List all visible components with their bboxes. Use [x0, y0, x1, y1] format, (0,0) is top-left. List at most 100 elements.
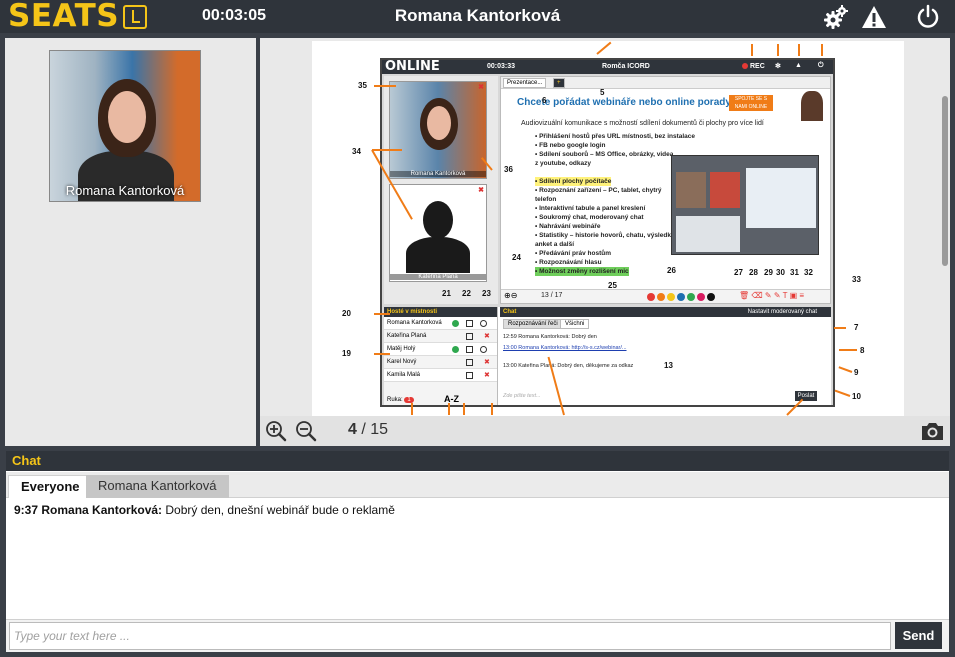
power-icon[interactable]	[915, 4, 941, 30]
emb-send-button: Poslat	[795, 391, 817, 401]
emb-inner-video-a	[676, 172, 706, 208]
callout-5: 5	[600, 88, 605, 97]
emb-inner-video-b	[710, 172, 740, 208]
emb-user-row: Romana Kantorková	[384, 317, 497, 330]
total-pages: / 15	[361, 421, 389, 438]
close-icon: ✖	[478, 187, 484, 194]
slide-scrollbar[interactable]	[942, 96, 948, 266]
emb-banner-title: Chcete pořádat webináře nebo online pora…	[517, 97, 738, 108]
callout-26: 26	[667, 266, 676, 275]
callout-24: 24	[512, 253, 521, 262]
silhouette-body	[406, 237, 470, 273]
emb-feature: Statistiky – historie hovorů, chatu, výs…	[535, 231, 675, 249]
emb-feature: Sdílení plochy počítače	[535, 177, 612, 186]
pointer-arrow	[751, 44, 753, 56]
emb-feature: Přihlášení hostů přes URL místnosti, bez…	[535, 132, 821, 141]
emb-main-bullet: Audiovizuální komunikace s možností sdíl…	[521, 120, 764, 127]
callout-33: 33	[852, 275, 861, 284]
presenter-video[interactable]: Romana Kantorková	[49, 50, 201, 202]
callout-32: 32	[804, 268, 813, 277]
emb-video1-caption: Romana Kantorková	[390, 171, 486, 177]
pointer-arrow	[596, 41, 612, 55]
emb-feature: FB nebo google login	[535, 141, 821, 150]
pointer-arrow	[798, 44, 800, 56]
emb-bottom-area: Hosté v místnosti Romana Kantorková Kate…	[384, 307, 831, 405]
pointer-arrow	[374, 313, 390, 315]
emb-user-row: Kateřina Planá ✖	[384, 330, 497, 343]
chat-input[interactable]	[9, 622, 891, 650]
page-indicator: 4 / 15	[348, 421, 388, 439]
chat-message: 9:37 Romana Kantorková: Dobrý den, dnešn…	[14, 503, 395, 517]
emb-page-info: 13 / 17	[541, 292, 563, 299]
tab-everyone[interactable]: Everyone	[8, 475, 93, 498]
slide-canvas: ONLINE 00:03:33 Romča ICORD REC ✻ ▲ ⏻ ✖ …	[312, 41, 904, 416]
callout-9: 9	[854, 368, 859, 377]
callout-25: 25	[608, 281, 617, 290]
emb-power-icon: ⏻	[818, 62, 824, 69]
slide-screenshot: ONLINE 00:03:33 Romča ICORD REC ✻ ▲ ⏻ ✖ …	[380, 58, 835, 407]
chat-header: Chat	[6, 451, 949, 471]
color-blue	[677, 293, 685, 301]
presentation-panel: ONLINE 00:03:33 Romča ICORD REC ✻ ▲ ⏻ ✖ …	[260, 38, 950, 446]
pointer-arrow	[374, 85, 396, 87]
pointer-arrow	[834, 389, 851, 397]
emb-tab-presentation: Prezentace...	[503, 78, 547, 88]
color-black	[707, 293, 715, 301]
chat-message-author: 9:37 Romana Kantorková:	[14, 503, 163, 517]
emb-face	[427, 106, 451, 140]
video-person-face	[108, 91, 146, 143]
callout-10: 10	[852, 392, 861, 401]
emb-user-row: Kamila Malá ✖	[384, 369, 497, 382]
send-button[interactable]: Send	[895, 622, 942, 649]
callout-20: 20	[342, 309, 351, 318]
pointer-arrow	[821, 44, 823, 56]
emb-feature: Rozpoznávání hlasu	[535, 258, 821, 267]
callout-23: 23	[482, 289, 491, 298]
settings-gears-icon[interactable]	[823, 4, 849, 30]
zoom-in-icon[interactable]	[265, 420, 287, 442]
emb-room-name: Romča ICORD	[602, 63, 650, 70]
callout-36: 36	[504, 165, 513, 174]
emb-warning-icon: ▲	[795, 62, 802, 69]
callout-21: 21	[442, 289, 451, 298]
emb-video2-caption: Kateřina Planá	[390, 274, 486, 280]
emb-chat-tab-all: Všichni	[560, 319, 590, 329]
warning-icon[interactable]	[861, 4, 887, 30]
callout-34: 34	[352, 147, 361, 156]
emb-banner-person	[801, 91, 823, 121]
emb-user-row: Karel Nový ✖	[384, 356, 497, 369]
callout-13: 13	[664, 361, 673, 370]
emb-logo: ONLINE	[385, 59, 440, 74]
camera-icon[interactable]	[920, 420, 945, 442]
video-panel: Romana Kantorková	[5, 38, 256, 446]
emb-chat-placeholder: Zde pište text...	[503, 393, 541, 399]
pointer-arrow	[448, 403, 450, 415]
zoom-out-icon[interactable]	[295, 420, 317, 442]
color-orange	[657, 293, 665, 301]
emb-top-bar: ONLINE 00:03:33 Romča ICORD REC ✻ ▲ ⏻	[382, 59, 833, 74]
color-red	[647, 293, 655, 301]
emb-chat-tab-speech: Rozpoznávání řeči	[503, 319, 563, 329]
callout-6: 6	[542, 96, 547, 105]
emb-hands: Ruka: 1	[387, 397, 414, 403]
emb-timer: 00:03:33	[487, 63, 516, 70]
color-green	[687, 293, 695, 301]
chat-panel: Chat Everyone Romana Kantorková 9:37 Rom…	[5, 450, 950, 653]
emb-video-2: ✖ Kateřina Planá	[389, 184, 487, 282]
emb-chat-line: 13:00 Kateřina Planá: Dobrý den, děkujem…	[503, 363, 634, 369]
color-yellow	[667, 293, 675, 301]
pointer-arrow	[491, 403, 493, 415]
top-bar: SEATS 00:03:05 Romana Kantorková	[0, 0, 955, 33]
pointer-arrow	[463, 403, 465, 415]
pointer-arrow	[411, 403, 413, 415]
callout-28: 28	[749, 268, 758, 277]
emb-chat-line: 12:59 Romana Kantorková: Dobrý den	[503, 334, 597, 340]
pointer-arrow	[372, 149, 402, 151]
emb-rec: REC	[742, 63, 765, 70]
emb-feature: Sdílení souborů – MS Office, obrázky, vi…	[535, 150, 675, 168]
callout-31: 31	[790, 268, 799, 277]
tab-romana[interactable]: Romana Kantorková	[86, 475, 229, 498]
emb-add-tab-icon: +	[553, 78, 565, 88]
chat-message-text: Dobrý den, dnešní webinář bude o reklamě	[165, 503, 395, 517]
emb-chat-line: 13:00 Romana Kantorková: http://s-s.cz/w…	[503, 345, 627, 351]
